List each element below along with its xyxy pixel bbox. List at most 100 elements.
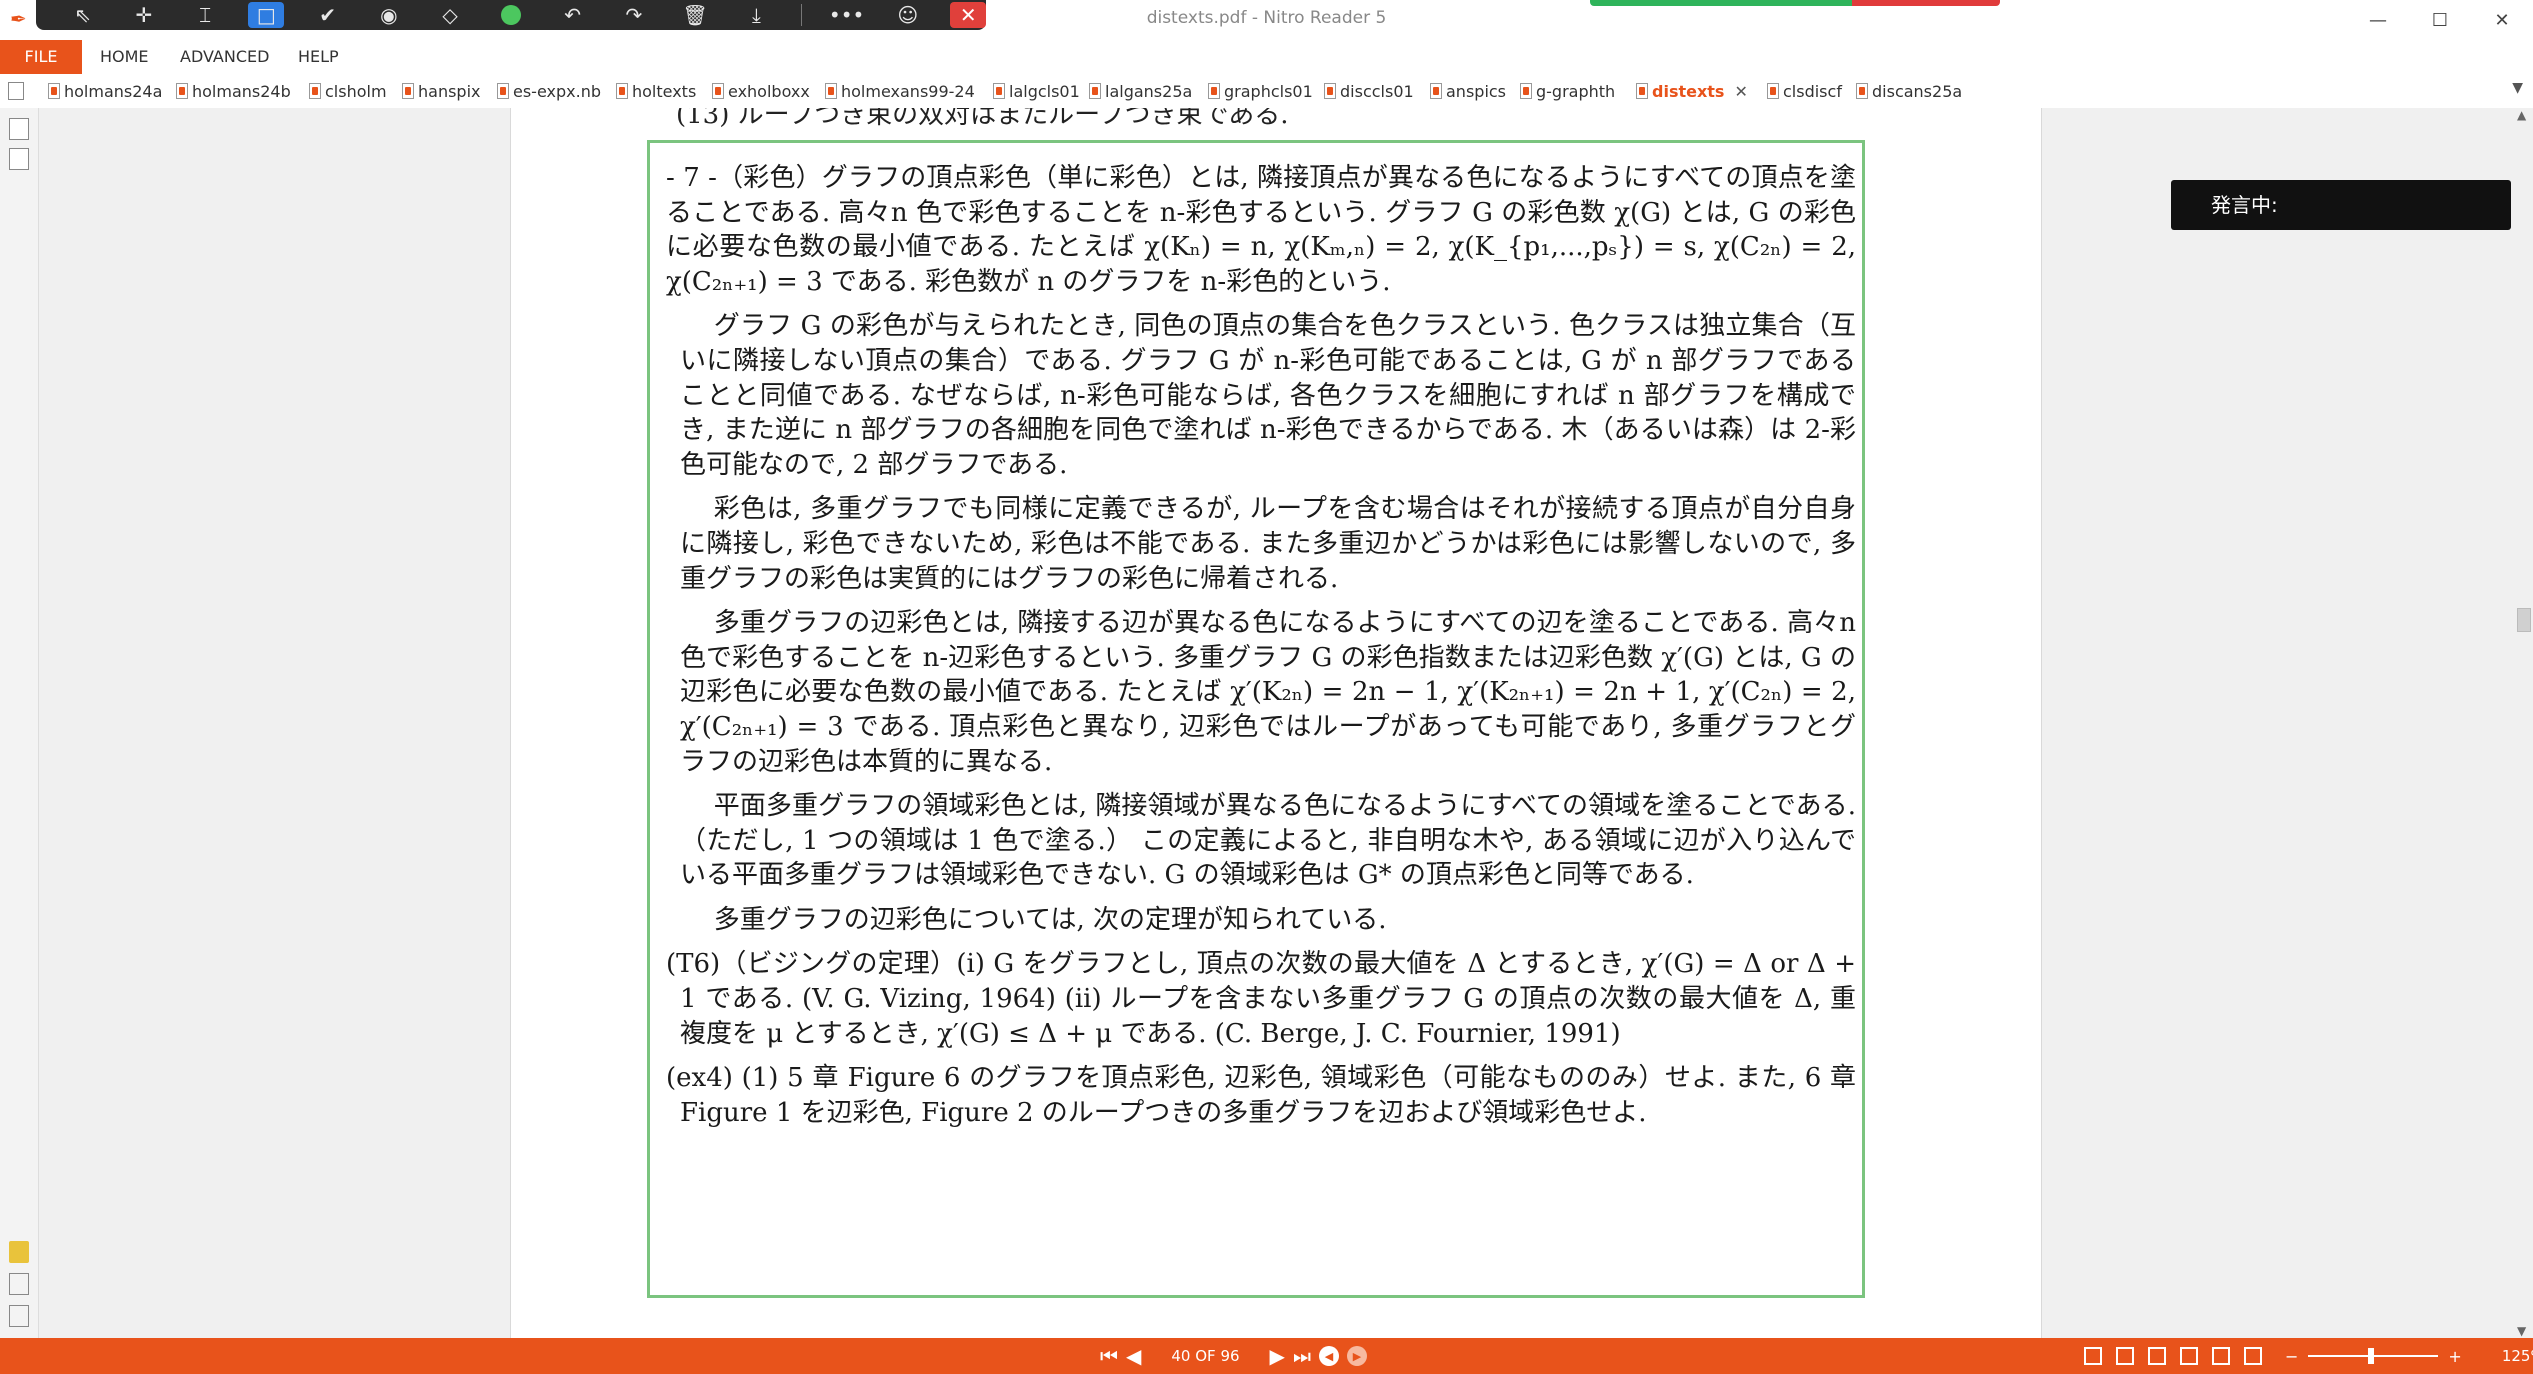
menu-advanced[interactable]: ADVANCED xyxy=(180,40,269,74)
vertical-scrollbar[interactable]: ▲ ▼ xyxy=(2513,108,2533,1338)
zoom-in-button[interactable]: + xyxy=(2448,1347,2461,1366)
pdf-icon xyxy=(497,83,509,99)
trash-icon[interactable]: 🗑 xyxy=(665,0,726,30)
eraser-icon[interactable]: ◇ xyxy=(420,0,481,30)
fit-width-icon[interactable] xyxy=(2244,1347,2262,1365)
next-view-icon[interactable]: ▶ xyxy=(1346,1346,1367,1366)
annotation-toolbar: ⇖ ✛ ⌶ □ ✔ ◉ ◇ ↶ ↷ 🗑 ⤓ ••• ☺ ✕ xyxy=(36,0,987,30)
tab-clsholm[interactable]: clsholm xyxy=(309,74,387,108)
tab-g-graphth[interactable]: g-graphth xyxy=(1520,74,1615,108)
pdf-icon xyxy=(1208,83,1220,99)
attachments-panel-icon[interactable] xyxy=(9,1273,29,1295)
output-panel-icon[interactable] xyxy=(9,1305,29,1327)
scrollbar-thumb[interactable] xyxy=(2517,608,2531,632)
page-layout-options xyxy=(2084,1338,2262,1374)
pdf-icon xyxy=(1324,83,1336,99)
previous-line-fragment: (13) ループつき束の双対はまたループつき束である. xyxy=(676,108,1289,130)
tab-overflow-chevron-icon[interactable]: ▼ xyxy=(2512,80,2523,96)
next-page-icon[interactable]: ▶ xyxy=(1270,1344,1285,1368)
user-settings-icon[interactable]: ☺ xyxy=(877,0,938,30)
tab-exholboxx[interactable]: exholboxx xyxy=(712,74,810,108)
tab-graphcls01[interactable]: graphcls01 xyxy=(1208,74,1313,108)
window-controls: — ☐ ✕ xyxy=(2347,0,2533,40)
tab-distexts[interactable]: distexts ✕ xyxy=(1636,74,1748,108)
pdf-icon xyxy=(712,83,724,99)
continuous-view-icon[interactable] xyxy=(2116,1347,2134,1365)
last-page-icon[interactable]: ⏭ xyxy=(1293,1344,1311,1368)
pdf-page: (13) ループつき束の双対はまたループつき束である. - 7 -（彩色）グラフ… xyxy=(510,108,2042,1338)
pdf-icon xyxy=(1856,83,1868,99)
undo-icon[interactable]: ↶ xyxy=(542,0,603,30)
text-cursor-icon[interactable]: ⌶ xyxy=(175,0,236,30)
select-arrow-icon[interactable]: ⇖ xyxy=(52,0,113,30)
tab-close-icon[interactable]: ✕ xyxy=(1734,82,1747,101)
facing-continuous-view-icon[interactable] xyxy=(2180,1347,2198,1365)
pdf-icon xyxy=(1520,83,1532,99)
page-indicator[interactable]: 40 OF 96 xyxy=(1171,1347,1239,1365)
tab-sidebar-toggle[interactable] xyxy=(8,74,24,108)
progress-bar-red xyxy=(1852,0,2000,6)
tab-es-expx[interactable]: es-expx.nb xyxy=(497,74,601,108)
move-icon[interactable]: ✛ xyxy=(113,0,174,30)
tab-holmans24b[interactable]: holmans24b xyxy=(176,74,291,108)
status-bar: ⏮ ◀ 40 OF 96 ▶ ⏭ ◀ ▶ − + 125% xyxy=(0,1338,2533,1374)
previous-page-icon[interactable]: ◀ xyxy=(1126,1344,1141,1368)
zoom-slider[interactable] xyxy=(2308,1348,2439,1364)
minimize-button[interactable]: — xyxy=(2347,0,2409,40)
fit-page-icon[interactable] xyxy=(2212,1347,2230,1365)
facing-view-icon[interactable] xyxy=(2148,1347,2166,1365)
tab-disccls01[interactable]: disccls01 xyxy=(1324,74,1414,108)
pages-panel-icon[interactable] xyxy=(9,118,29,140)
pdf-icon xyxy=(1430,83,1442,99)
single-page-view-icon[interactable] xyxy=(2084,1347,2102,1365)
checkmark-icon[interactable]: ✔ xyxy=(297,0,358,30)
menu-bar: FILE HOME ADVANCED HELP xyxy=(0,40,2533,74)
close-window-button[interactable]: ✕ xyxy=(2471,0,2533,40)
pdf-icon xyxy=(402,83,414,99)
tab-holtexts[interactable]: holtexts xyxy=(616,74,696,108)
pdf-icon xyxy=(176,83,188,99)
paragraph-theorem-intro: 多重グラフの辺彩色については, 次の定理が知られている. xyxy=(713,904,1387,935)
rectangle-tool-icon[interactable]: □ xyxy=(236,0,297,30)
tab-holmexans99-24[interactable]: holmexans99-24 xyxy=(825,74,975,108)
paragraph-exercise: (ex4) (1) 5 章 Figure 6 のグラフを頂点彩色, 辺彩色, 領… xyxy=(666,1063,1856,1128)
annotation-rectangle[interactable]: - 7 -（彩色）グラフの頂点彩色（単に彩色）とは, 隣接頂点が異なる色になるよ… xyxy=(647,140,1865,1298)
close-toolbar-icon[interactable]: ✕ xyxy=(950,2,987,28)
comments-panel-icon[interactable] xyxy=(9,1241,29,1263)
zoom-control: − + 125% xyxy=(2285,1338,2533,1374)
tab-lalgans25a[interactable]: lalgans25a xyxy=(1089,74,1192,108)
document-view[interactable]: (13) ループつき束の双対はまたループつき束である. - 7 -（彩色）グラフ… xyxy=(39,108,2513,1338)
tab-hanspix[interactable]: hanspix xyxy=(402,74,481,108)
previous-view-icon[interactable]: ◀ xyxy=(1318,1346,1339,1366)
paragraph-vizing-theorem: (T6)（ビジングの定理）(i) G をグラフとし, 頂点の次数の最大値を Δ … xyxy=(666,949,1856,1049)
scroll-up-icon[interactable]: ▲ xyxy=(2517,108,2526,122)
tab-anspics[interactable]: anspics xyxy=(1430,74,1506,108)
record-icon[interactable]: ◉ xyxy=(358,0,419,30)
page-text-block: - 7 -（彩色）グラフの頂点彩色（単に彩色）とは, 隣接頂点が異なる色になるよ… xyxy=(666,161,1856,1140)
pdf-icon xyxy=(616,83,628,99)
menu-help[interactable]: HELP xyxy=(298,40,339,74)
tab-clsdiscf[interactable]: clsdiscf xyxy=(1767,74,1842,108)
color-picker-icon[interactable] xyxy=(481,0,542,30)
paragraph-multigraph-coloring: 彩色は, 多重グラフでも同様に定義できるが, ループを含む場合はそれが接続する頂… xyxy=(680,494,1856,594)
maximize-button[interactable]: ☐ xyxy=(2409,0,2471,40)
zoom-out-button[interactable]: − xyxy=(2285,1347,2298,1366)
tab-holmans24a[interactable]: holmans24a xyxy=(48,74,162,108)
first-page-icon[interactable]: ⏮ xyxy=(1100,1344,1118,1368)
menu-file[interactable]: FILE xyxy=(0,40,82,74)
redo-icon[interactable]: ↷ xyxy=(603,0,664,30)
menu-home[interactable]: HOME xyxy=(100,40,149,74)
zoom-slider-thumb[interactable] xyxy=(2368,1348,2375,1364)
scroll-down-icon[interactable]: ▼ xyxy=(2517,1324,2526,1338)
tab-lalgcls01[interactable]: lalgcls01 xyxy=(993,74,1080,108)
tab-discans25a[interactable]: discans25a xyxy=(1856,74,1962,108)
more-options-icon[interactable]: ••• xyxy=(816,0,877,30)
download-icon[interactable]: ⤓ xyxy=(726,0,787,30)
pdf-icon xyxy=(993,83,1005,99)
left-panel-rail xyxy=(0,108,39,1338)
pdf-icon xyxy=(1767,83,1779,99)
bookmarks-panel-icon[interactable] xyxy=(9,148,29,170)
page-navigation: ⏮ ◀ 40 OF 96 ▶ ⏭ ◀ ▶ xyxy=(1100,1338,1367,1374)
paragraph-edge-coloring: 多重グラフの辺彩色とは, 隣接する辺が異なる色になるようにすべての辺を塗ることで… xyxy=(680,608,1856,777)
zoom-level[interactable]: 125% xyxy=(2502,1347,2533,1365)
